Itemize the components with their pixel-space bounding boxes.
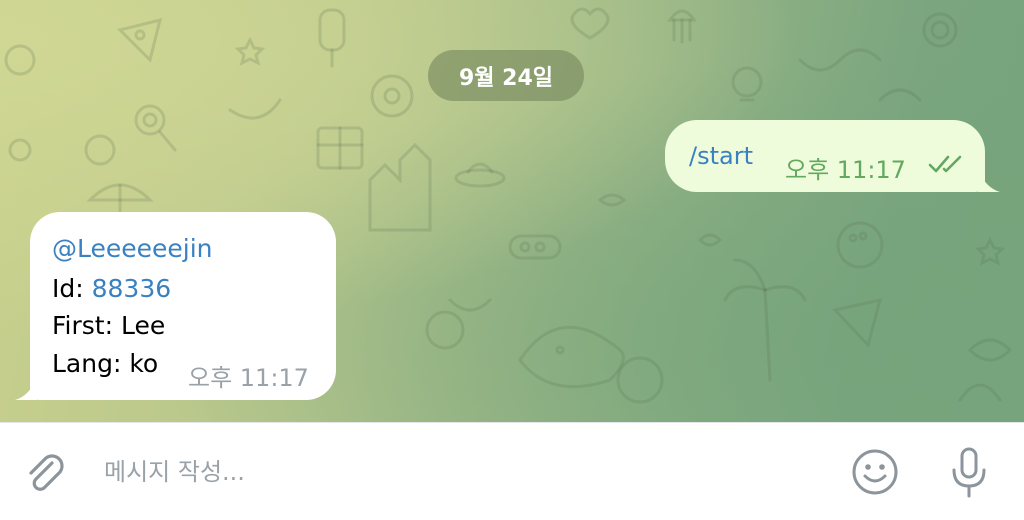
- smiley-icon: [852, 449, 898, 495]
- message-input[interactable]: [96, 447, 832, 497]
- bubble-tail: [15, 378, 37, 400]
- voice-record-button[interactable]: [944, 445, 994, 501]
- attach-button[interactable]: [20, 449, 70, 499]
- paperclip-icon: [29, 454, 64, 491]
- outgoing-message-bubble[interactable]: /start 오후 11:17: [665, 120, 1000, 192]
- username-mention-link[interactable]: @Leeeeeejin: [52, 234, 213, 263]
- user-id-link[interactable]: 88336: [92, 274, 172, 303]
- emoji-button[interactable]: [850, 447, 900, 497]
- message-time: 오후 11:17: [785, 156, 906, 184]
- incoming-message-bubble[interactable]: @Leeeeeejin Id: 88336 First: Lee Lang: k…: [15, 212, 336, 400]
- first-name-line: First: Lee: [52, 311, 166, 340]
- id-label: Id:: [52, 274, 92, 303]
- double-check-icon: [928, 155, 962, 173]
- chat-area[interactable]: 9월 24일 /start 오후 11:17 @Leeeeeejin Id: 8…: [0, 0, 1024, 422]
- bot-command-link[interactable]: /start: [689, 142, 753, 170]
- date-divider: 9월 24일: [428, 50, 584, 101]
- redaction-mask: [171, 273, 244, 301]
- bubble-tail: [978, 170, 1000, 192]
- language-line: Lang: ko: [52, 349, 159, 378]
- message-time: 오후 11:17: [188, 364, 309, 392]
- message-composer: [0, 422, 1024, 520]
- telegram-chat-window: 9월 24일 /start 오후 11:17 @Leeeeeejin Id: 8…: [0, 0, 1024, 520]
- microphone-icon: [952, 447, 986, 498]
